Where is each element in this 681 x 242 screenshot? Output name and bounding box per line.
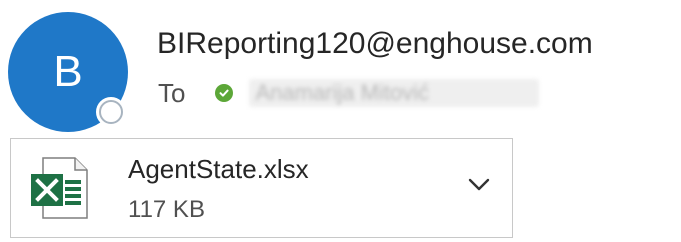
to-label: To bbox=[158, 78, 186, 108]
message-header: B BIReporting120@enghouse.com To Anamari… bbox=[0, 0, 681, 242]
chevron-down-icon[interactable] bbox=[467, 177, 491, 193]
excel-file-icon bbox=[31, 157, 88, 219]
presence-unknown-icon bbox=[96, 97, 126, 127]
verified-check-icon bbox=[215, 84, 234, 102]
sender-email[interactable]: BIReporting120@enghouse.com bbox=[157, 26, 593, 62]
attachment-file-size: 117 KB bbox=[128, 196, 205, 223]
recipient-name-text: Anamarija Mitović bbox=[255, 80, 430, 105]
recipient-name[interactable]: Anamarija Mitović bbox=[249, 79, 540, 107]
attachment-file-name: AgentState.xlsx bbox=[128, 154, 309, 184]
attachment-card[interactable]: AgentState.xlsx 117 KB bbox=[10, 138, 513, 238]
avatar-initial: B bbox=[53, 47, 83, 96]
to-row: To Anamarija Mitović bbox=[158, 77, 540, 109]
